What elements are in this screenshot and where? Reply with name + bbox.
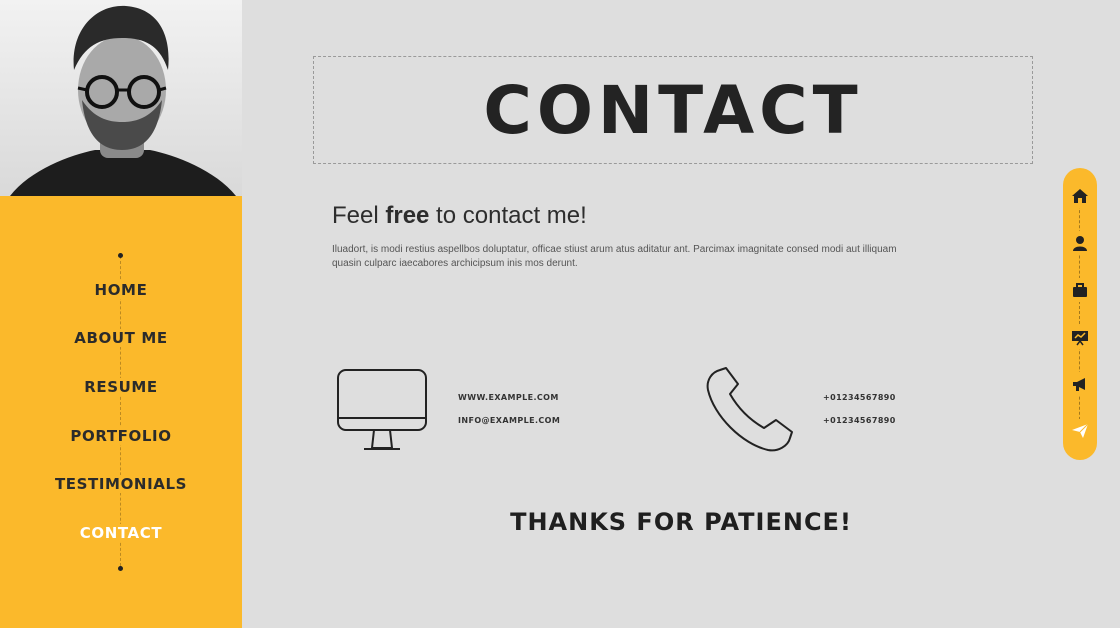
megaphone-icon[interactable] xyxy=(1068,372,1092,396)
nav-item-home[interactable]: HOME xyxy=(0,279,242,301)
page-title-box: CONTACT xyxy=(313,56,1033,164)
nav-label-resume: RESUME xyxy=(80,378,162,396)
website-link[interactable]: WWW.EXAMPLE.COM xyxy=(458,392,559,404)
menu-bottom-dot xyxy=(118,566,123,571)
nav-item-resume[interactable]: RESUME xyxy=(0,376,242,398)
profile-photo xyxy=(0,0,242,196)
nav-label-home: HOME xyxy=(90,281,152,299)
briefcase-icon[interactable] xyxy=(1068,278,1092,302)
presentation-icon[interactable] xyxy=(1068,325,1092,349)
heading-text-pre: Feel xyxy=(332,202,386,229)
contact-description: Iluadort, is modi restius aspellbos dolu… xyxy=(332,244,897,269)
home-icon[interactable] xyxy=(1068,184,1092,208)
menu-top-dot xyxy=(118,253,123,258)
menu-connector-line xyxy=(120,256,121,566)
contact-heading: Feel free to contact me! xyxy=(332,202,587,230)
quick-nav-rail xyxy=(1063,168,1097,460)
nav-item-contact[interactable]: CONTACT xyxy=(0,522,242,544)
nav-label-contact: CONTACT xyxy=(75,524,167,542)
nav-label-about-me: ABOUT ME xyxy=(70,329,172,347)
nav-label-testimonials: TESTIMONIALS xyxy=(50,475,192,493)
email-link[interactable]: INFO@EXAMPLE.COM xyxy=(458,415,560,427)
phone-number-1[interactable]: +01234567890 xyxy=(823,392,896,404)
nav-item-portfolio[interactable]: PORTFOLIO xyxy=(0,425,242,447)
nav-item-testimonials[interactable]: TESTIMONIALS xyxy=(0,473,242,495)
thanks-message: THANKS FOR PATIENCE! xyxy=(510,508,852,536)
phone-handset-icon xyxy=(706,367,793,452)
page-title: CONTACT xyxy=(483,71,863,149)
heading-text-post: to contact me! xyxy=(429,202,587,229)
rail-connector-line xyxy=(1079,190,1080,440)
user-icon[interactable] xyxy=(1068,231,1092,255)
nav-label-portfolio: PORTFOLIO xyxy=(66,427,176,445)
heading-text-bold: free xyxy=(385,202,430,229)
phone-number-2[interactable]: +01234567890 xyxy=(823,415,896,427)
sidebar: HOME ABOUT ME RESUME PORTFOLIO TESTIMONI… xyxy=(0,0,242,628)
desktop-monitor-icon xyxy=(337,369,427,450)
nav-menu: HOME ABOUT ME RESUME PORTFOLIO TESTIMONI… xyxy=(0,196,242,628)
nav-item-about-me[interactable]: ABOUT ME xyxy=(0,327,242,349)
paper-plane-icon[interactable] xyxy=(1068,419,1092,443)
